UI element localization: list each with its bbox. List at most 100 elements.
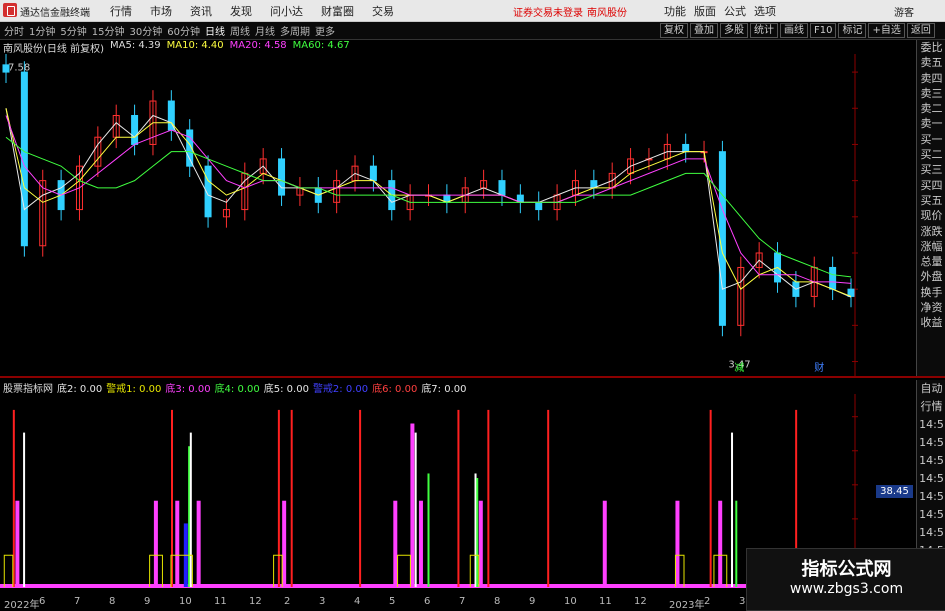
x-tick-label: 6 xyxy=(424,596,431,607)
indicator-bar xyxy=(709,409,712,587)
quote-label: 现价 xyxy=(920,209,943,223)
tab-60min[interactable]: 60分钟 xyxy=(167,23,200,38)
indicator-name: 股票指标网 xyxy=(3,384,53,395)
candle-body xyxy=(278,158,286,196)
event-marker-1: 减 xyxy=(734,362,744,374)
x-tick-label: 7 xyxy=(459,596,466,607)
current-stock-name: 南风股份 xyxy=(587,8,627,19)
tab-multi-period[interactable]: 多周期 xyxy=(280,23,310,38)
tab-weekly[interactable]: 周线 xyxy=(230,23,250,38)
quote-label: 卖五 xyxy=(920,56,943,70)
quote-label: 卖三 xyxy=(920,86,943,100)
ma5-value: MA5: 4.39 xyxy=(109,40,161,51)
indicator-bar xyxy=(675,500,680,587)
x-tick-label: 9 xyxy=(144,596,151,607)
menu-market[interactable]: 市场 xyxy=(150,3,172,19)
indicator-bar xyxy=(547,409,550,587)
menu-formula[interactable]: 公式 xyxy=(724,3,746,19)
ind-item-0: 底2: 0.00 xyxy=(57,384,103,395)
ma20-value: MA20: 4.58 xyxy=(229,40,287,51)
indicator-chart[interactable]: 30.0045.0060.0075.00 xyxy=(0,394,860,589)
tab-1min[interactable]: 1分钟 xyxy=(29,23,55,38)
chart-buttons: 复权 叠加 多股 统计 画线 F10 标记 +自选 返回 xyxy=(660,23,935,38)
tab-monthly[interactable]: 月线 xyxy=(255,23,275,38)
candle-body xyxy=(682,143,690,153)
quote-label: 委比 xyxy=(920,41,943,54)
indicator-bar xyxy=(414,432,417,587)
indicator-bar xyxy=(175,500,180,587)
menu-discover[interactable]: 发现 xyxy=(230,3,252,19)
title-bar: 通达信金融终端 行情 市场 资讯 发现 问小达 财富圈 交易 证券交易未登录 南… xyxy=(0,0,945,22)
quote-label: 收益 xyxy=(920,316,943,330)
date-axis: 2022年6789101112234567891011122023年23456 xyxy=(0,596,860,611)
x-tick-label: 6 xyxy=(39,596,46,607)
menu-ask[interactable]: 问小达 xyxy=(270,3,303,19)
indicator-bar xyxy=(418,500,423,587)
panel-divider xyxy=(0,376,945,378)
indicator-bar xyxy=(474,473,477,587)
tick-label: 14:5 xyxy=(919,418,944,431)
x-tick-label: 8 xyxy=(494,596,501,607)
x-tick-label: 11 xyxy=(214,596,227,607)
menu-options[interactable]: 选项 xyxy=(754,3,776,19)
tab-5min[interactable]: 5分钟 xyxy=(60,23,86,38)
top-menu: 行情 市场 资讯 发现 问小达 财富圈 交易 xyxy=(110,3,394,19)
indicator-bar xyxy=(457,409,460,587)
tab-daily[interactable]: 日线 xyxy=(205,23,225,38)
ind-item-1: 警戒1: 0.00 xyxy=(106,384,162,395)
ind-item-7: 底7: 0.00 xyxy=(421,384,467,395)
indicator-bar xyxy=(487,409,490,587)
x-tick-label: 12 xyxy=(634,596,647,607)
x-tick-label: 7 xyxy=(74,596,81,607)
warning-step xyxy=(397,554,411,587)
tab-more[interactable]: 更多 xyxy=(315,23,335,38)
multi-stock-button[interactable]: 多股 xyxy=(720,23,748,38)
draw-button[interactable]: 画线 xyxy=(780,23,808,38)
tick-label: 14:5 xyxy=(919,472,944,485)
x-tick-label: 3 xyxy=(739,596,746,607)
quote-label: 总量 xyxy=(920,255,943,269)
indicator-bar xyxy=(188,446,191,587)
ind-item-5: 警戒2: 0.00 xyxy=(312,384,369,395)
tab-intraday[interactable]: 分时 xyxy=(4,23,24,38)
x-tick-label: 4 xyxy=(354,596,361,607)
guest-label[interactable]: 游客 xyxy=(894,4,914,19)
mark-button[interactable]: 标记 xyxy=(838,23,867,38)
indicator-bar xyxy=(718,500,723,587)
x-tick-label: 10 xyxy=(564,596,577,607)
tab-15min[interactable]: 15分钟 xyxy=(92,23,125,38)
watermark-title: 指标公式网 xyxy=(801,559,892,580)
stats-button[interactable]: 统计 xyxy=(750,23,778,38)
f10-button[interactable]: F10 xyxy=(810,23,837,38)
back-button[interactable]: 返回 xyxy=(906,23,935,38)
menu-news[interactable]: 资讯 xyxy=(190,3,212,19)
login-notice[interactable]: 证券交易未登录 xyxy=(513,4,583,19)
period-toolbar: 分时 1分钟 5分钟 15分钟 30分钟 60分钟 日线 周线 月线 多周期 更… xyxy=(0,22,945,40)
indicator-bar xyxy=(478,500,483,587)
indicator-bar xyxy=(602,500,607,587)
menu-trade[interactable]: 交易 xyxy=(372,3,394,19)
ma-legend: 南风股份(日线 前复权) MA5: 4.39 MA10: 4.40 MA20: … xyxy=(0,40,863,55)
quote-panel: 委比 卖五 卖四 卖三 卖二 卖一 买一 买二 买三 买四 买五 现价 涨跌 涨幅 总量 外盘 换手 净资 收益 xyxy=(916,40,945,376)
indicator-bar xyxy=(277,409,280,587)
ma10-value: MA10: 4.40 xyxy=(166,40,224,51)
adjust-button[interactable]: 复权 xyxy=(660,23,688,38)
menu-quotes[interactable]: 行情 xyxy=(110,3,132,19)
add-watchlist-button[interactable]: +自选 xyxy=(868,23,905,38)
app-logo-icon xyxy=(3,3,17,17)
menu-function[interactable]: 功能 xyxy=(664,3,686,19)
quote-label: 卖二 xyxy=(920,102,943,116)
period-tabs: 分时 1分钟 5分钟 15分钟 30分钟 60分钟 日线 周线 月线 多周期 更… xyxy=(4,23,335,38)
candlestick-chart[interactable]: 3.504.004.505.005.506.006.507.007.507.58… xyxy=(0,54,860,376)
indicator-bar xyxy=(15,500,20,587)
menu-layout[interactable]: 版面 xyxy=(694,3,716,19)
tab-30min[interactable]: 30分钟 xyxy=(129,23,162,38)
candle-body xyxy=(131,115,139,145)
watermark: 指标公式网 www.zbgs3.com xyxy=(746,548,945,611)
x-tick-label: 9 xyxy=(529,596,536,607)
menu-wealth[interactable]: 财富圈 xyxy=(321,3,354,19)
quote-label: 涨幅 xyxy=(920,239,943,253)
chart-title: 南风股份(日线 前复权) xyxy=(3,44,104,55)
overlay-button[interactable]: 叠加 xyxy=(690,23,718,38)
indicator-bar xyxy=(23,432,26,587)
